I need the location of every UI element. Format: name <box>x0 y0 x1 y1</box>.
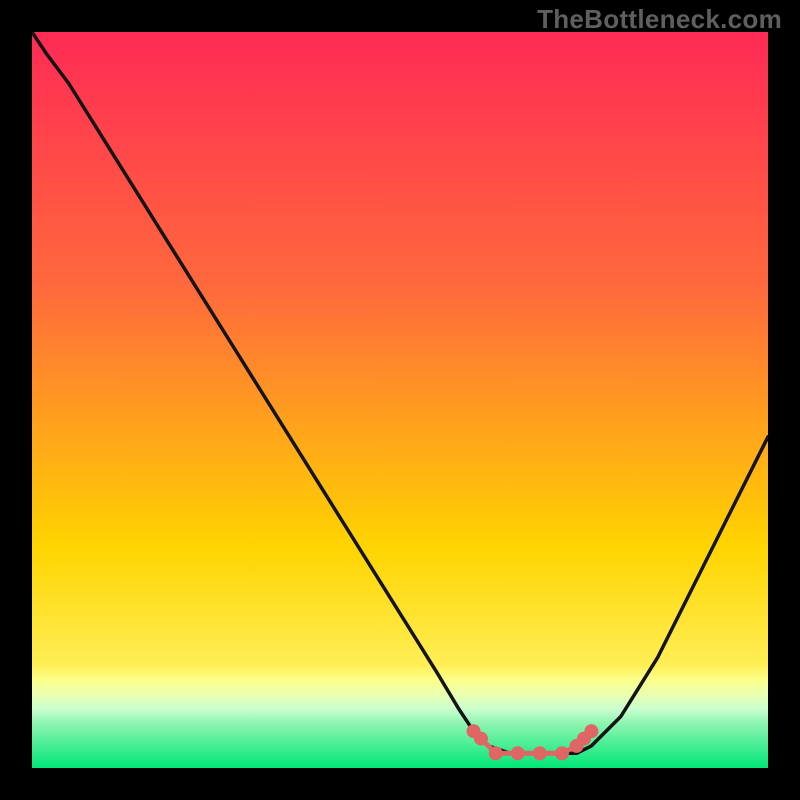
curve-marker <box>585 725 597 737</box>
watermark-text: TheBottleneck.com <box>537 4 782 35</box>
bottleneck-plot <box>32 32 768 768</box>
chart-frame: TheBottleneck.com <box>0 0 800 800</box>
curve-marker <box>490 747 502 759</box>
curve-marker <box>556 747 568 759</box>
curve-marker <box>534 747 546 759</box>
curve-marker <box>475 733 487 745</box>
curve-marker <box>512 747 524 759</box>
